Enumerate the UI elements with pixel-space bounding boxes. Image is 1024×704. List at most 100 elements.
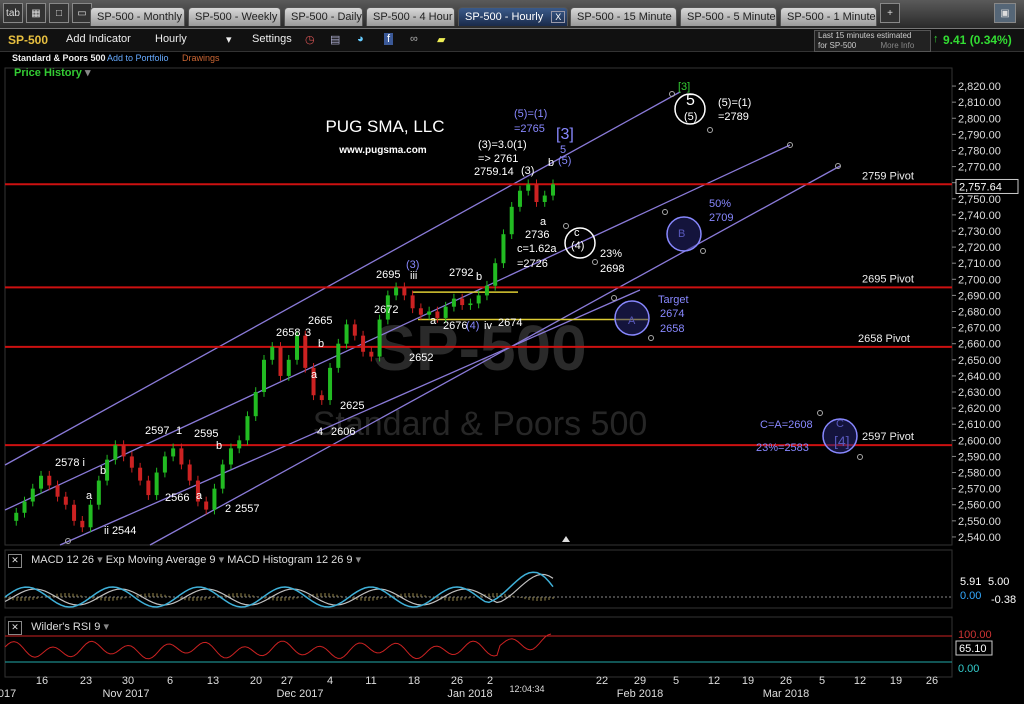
macd-hist-label[interactable]: MACD Histogram 12 26 9 xyxy=(227,554,352,566)
y-tick-label: 2,580.00 xyxy=(958,468,1001,480)
plot-frame xyxy=(4,67,953,546)
y-tick-label: 2,660.00 xyxy=(958,339,1001,351)
macd-label[interactable]: MACD 12 26 xyxy=(31,554,94,566)
candle-body xyxy=(195,480,200,502)
annotation-label: (4) xyxy=(466,320,479,332)
pivot-label: 2597 Pivot xyxy=(862,431,914,443)
annotation-label: 2709 xyxy=(709,212,733,224)
candle-body xyxy=(352,324,357,336)
grid-layout-icon[interactable]: ▦ xyxy=(26,3,46,23)
macd-value: 0.00 xyxy=(960,590,981,602)
tab-sp-500-1-minute[interactable]: SP-500 - 1 Minute xyxy=(780,7,877,26)
more-info-link[interactable]: More Info xyxy=(880,41,914,50)
y-tick-label: 2,700.00 xyxy=(958,274,1001,286)
annotation-label: C xyxy=(836,418,844,430)
tab-sp-500-monthly[interactable]: SP-500 - Monthly xyxy=(90,7,185,26)
close-icon[interactable]: ✕ xyxy=(8,621,22,635)
y-tick-label: 2,800.00 xyxy=(958,113,1001,125)
annotation-label: Target xyxy=(658,294,689,306)
candle-body xyxy=(361,335,366,352)
tab-label: SP-500 - Hourly xyxy=(465,11,544,23)
channel-line xyxy=(4,91,681,466)
ema-label[interactable]: Exp Moving Average 9 xyxy=(106,554,216,566)
watermark-symbol: SP-500 xyxy=(373,312,586,384)
add-indicator-button[interactable]: Add Indicator xyxy=(66,33,131,45)
tab-corner-button[interactable]: tab xyxy=(3,3,23,23)
candle-body xyxy=(542,195,547,202)
link-icon[interactable]: ∞ xyxy=(410,33,418,45)
x-tick-label: 2017 xyxy=(0,688,16,700)
x-tick-label: Feb 2018 xyxy=(617,688,663,700)
candle-body xyxy=(517,190,522,207)
annotation-label: (5)=(1) xyxy=(514,108,547,120)
annotation-label: a xyxy=(86,490,93,502)
tab-sp-500-4-hour[interactable]: SP-500 - 4 Hour xyxy=(366,7,455,26)
tab-sp-500-5-minute[interactable]: SP-500 - 5 Minute xyxy=(680,7,777,26)
rsi-label[interactable]: Wilder's RSI 9 xyxy=(31,621,100,633)
print-icon[interactable]: ▤ xyxy=(330,33,340,46)
drawings-link[interactable]: Drawings xyxy=(182,53,220,63)
price-history-label[interactable]: Price History ▾ xyxy=(14,66,90,79)
x-tick-label: Dec 2017 xyxy=(276,688,323,700)
annotation-label: b xyxy=(318,338,324,350)
tab-sp-500-daily[interactable]: SP-500 - Daily xyxy=(284,7,363,26)
tab-sp-500-15-minute[interactable]: SP-500 - 15 Minute xyxy=(570,7,677,26)
up-arrow-icon: ↑ xyxy=(933,33,939,45)
twitter-icon[interactable]: ◕ xyxy=(357,33,364,45)
facebook-icon[interactable]: f xyxy=(384,33,394,45)
x-tick-label: 20 xyxy=(250,675,262,687)
y-tick-label: 2,760.00 xyxy=(958,178,1001,190)
wave-circle xyxy=(614,300,650,336)
window-icon[interactable]: ▣ xyxy=(994,3,1016,23)
channel-anchor xyxy=(648,335,654,341)
close-tab-icon[interactable]: X xyxy=(551,11,566,23)
annotation-label: b xyxy=(548,157,554,169)
candle-body xyxy=(88,504,93,528)
y-tick-label: 2,680.00 xyxy=(958,307,1001,319)
instrument-name: Standard & Poors 500 xyxy=(12,53,106,63)
annotation-label: a xyxy=(196,490,203,502)
candle-body xyxy=(410,295,415,309)
tab-sp-500-hourly[interactable]: SP-500 - Hourly X xyxy=(458,7,568,26)
sub-header: Standard & Poors 500 Add to Portfolio Dr… xyxy=(0,51,1024,65)
annotation-label: 2606 xyxy=(331,426,355,438)
candle-body xyxy=(402,287,407,296)
add-portfolio-link[interactable]: Add to Portfolio xyxy=(107,53,169,63)
candle-body xyxy=(526,184,531,191)
channel-anchor xyxy=(787,142,793,148)
annotation-label: b xyxy=(100,465,106,477)
candle-body xyxy=(501,234,506,264)
symbol-field[interactable]: SP-500 xyxy=(8,33,48,47)
annotation-label: (3) xyxy=(521,165,534,177)
interval-select[interactable]: Hourly xyxy=(155,33,187,45)
chevron-down-icon[interactable]: ▾ xyxy=(226,33,232,46)
close-icon[interactable]: ✕ xyxy=(8,554,22,568)
window-layout-icon[interactable]: ▭ xyxy=(72,3,92,23)
settings-button[interactable]: Settings xyxy=(252,33,292,45)
annotation-label: 2792 xyxy=(449,267,473,279)
x-tick-label: 19 xyxy=(742,675,754,687)
annotation-label: b xyxy=(476,271,482,283)
annotation-label: 2625 xyxy=(340,400,364,412)
channel-anchor xyxy=(835,163,841,169)
delay-notice-line2: for SP-500 xyxy=(818,41,857,50)
annotation-label: A xyxy=(628,315,636,327)
channel-anchor xyxy=(65,538,71,544)
candle-body xyxy=(146,480,151,496)
toolbar: SP-500 Add Indicator Hourly ▾ Settings ◷… xyxy=(0,29,1024,52)
candle-body xyxy=(493,263,498,286)
x-tick-label: 19 xyxy=(890,675,902,687)
clock-icon[interactable]: ◷ xyxy=(305,33,315,46)
annotation-label: a xyxy=(430,315,437,327)
x-tick-label: 12 xyxy=(708,675,720,687)
x-tick-label: 26 xyxy=(926,675,938,687)
new-tab-icon[interactable]: + xyxy=(880,3,900,23)
tab-label: SP-500 - Monthly xyxy=(97,11,182,23)
y-tick-label: 2,750.00 xyxy=(958,194,1001,206)
note-icon[interactable]: ▰ xyxy=(437,33,445,46)
single-layout-icon[interactable]: □ xyxy=(49,3,69,23)
signal-line xyxy=(4,573,554,606)
tab-sp-500-weekly[interactable]: SP-500 - Weekly xyxy=(188,7,281,26)
candle-body xyxy=(369,351,374,357)
candle-body xyxy=(154,472,159,496)
